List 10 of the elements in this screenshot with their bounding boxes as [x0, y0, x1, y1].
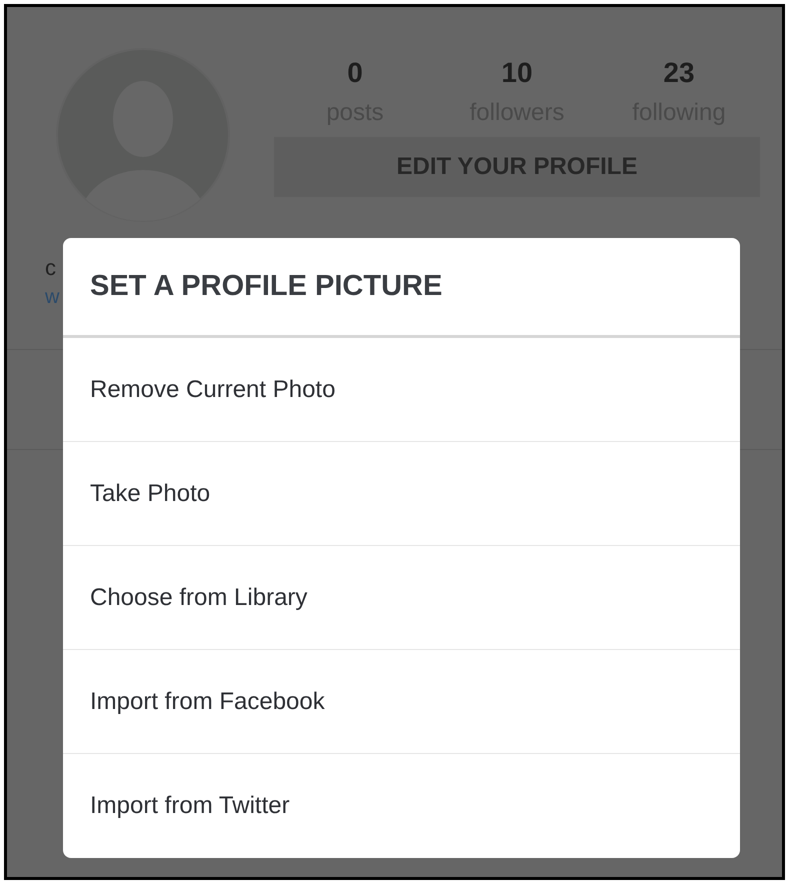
dialog-title: SET A PROFILE PICTURE	[63, 238, 740, 338]
menu-option[interactable]: Remove Current Photo	[63, 338, 740, 442]
menu-option[interactable]: Import from Facebook	[63, 650, 740, 754]
menu-option[interactable]: Import from Twitter	[63, 754, 740, 858]
stat-count: 0	[347, 56, 363, 90]
menu-option[interactable]: Take Photo	[63, 442, 740, 546]
stat-count: 10	[501, 56, 533, 90]
menu-option[interactable]: Choose from Library	[63, 546, 740, 650]
profile-name: c	[45, 254, 57, 282]
stat-count: 23	[663, 56, 695, 90]
